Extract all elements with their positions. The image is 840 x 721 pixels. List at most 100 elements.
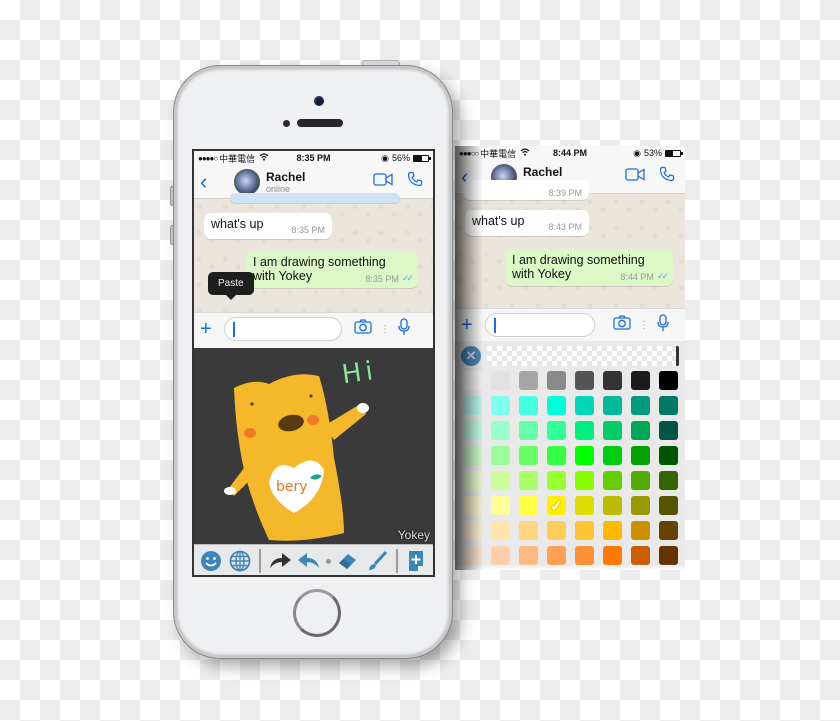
color-swatch[interactable] <box>463 546 482 565</box>
color-swatch[interactable] <box>547 396 566 415</box>
color-swatch[interactable] <box>575 521 594 540</box>
video-call-icon[interactable] <box>625 167 645 186</box>
message-time: 8:35 PM <box>291 225 325 235</box>
color-swatch[interactable] <box>603 471 622 490</box>
color-swatch[interactable] <box>631 371 650 390</box>
color-swatch[interactable] <box>603 521 622 540</box>
opacity-slider[interactable] <box>487 346 679 366</box>
back-chevron-icon[interactable]: ‹ <box>200 170 218 193</box>
color-swatch[interactable] <box>519 471 538 490</box>
color-swatch[interactable] <box>463 521 482 540</box>
close-palette-button[interactable]: ✕ <box>461 346 481 366</box>
color-swatch[interactable] <box>547 521 566 540</box>
color-swatch[interactable] <box>491 421 510 440</box>
undo-icon[interactable] <box>296 548 321 574</box>
color-swatch[interactable] <box>659 371 678 390</box>
color-swatch[interactable] <box>463 471 482 490</box>
message-input[interactable] <box>485 313 595 337</box>
color-swatch[interactable] <box>603 396 622 415</box>
color-swatch[interactable] <box>575 496 594 515</box>
new-page-icon[interactable] <box>404 548 429 574</box>
eraser-icon[interactable] <box>335 548 360 574</box>
color-swatch[interactable] <box>491 446 510 465</box>
color-swatch[interactable] <box>659 496 678 515</box>
color-swatch[interactable] <box>631 396 650 415</box>
color-swatch[interactable] <box>575 396 594 415</box>
color-swatch[interactable] <box>463 396 482 415</box>
color-swatch[interactable] <box>631 421 650 440</box>
color-swatch[interactable] <box>575 546 594 565</box>
color-swatch[interactable] <box>659 521 678 540</box>
microphone-icon[interactable] <box>657 313 669 337</box>
color-swatch[interactable] <box>575 446 594 465</box>
color-swatch[interactable] <box>631 521 650 540</box>
color-swatch[interactable] <box>491 496 510 515</box>
color-swatch[interactable] <box>631 446 650 465</box>
color-swatch[interactable] <box>491 396 510 415</box>
color-swatch[interactable] <box>463 371 482 390</box>
battery-icon <box>665 149 683 157</box>
color-swatch[interactable] <box>519 371 538 390</box>
message-bubble: what's up 8:35 PM <box>204 213 332 239</box>
contact-name[interactable]: Rachel <box>266 170 305 184</box>
color-swatch[interactable] <box>659 421 678 440</box>
color-swatch[interactable] <box>631 471 650 490</box>
color-swatch[interactable] <box>631 496 650 515</box>
color-swatch[interactable] <box>491 521 510 540</box>
camera-icon[interactable] <box>613 315 631 335</box>
color-swatch[interactable] <box>575 471 594 490</box>
color-swatch[interactable] <box>603 546 622 565</box>
bear-chest-text: bery <box>276 479 308 495</box>
color-swatch[interactable] <box>659 446 678 465</box>
color-swatch[interactable] <box>463 496 482 515</box>
color-swatch[interactable] <box>547 546 566 565</box>
color-swatch[interactable] <box>575 371 594 390</box>
contact-name[interactable]: Rachel <box>523 165 562 179</box>
color-swatch[interactable] <box>491 546 510 565</box>
microphone-icon[interactable] <box>398 317 410 341</box>
color-swatch[interactable] <box>519 421 538 440</box>
redo-icon[interactable] <box>267 548 292 574</box>
color-swatch[interactable] <box>491 471 510 490</box>
color-swatch[interactable] <box>547 446 566 465</box>
color-swatch[interactable] <box>631 546 650 565</box>
selected-check-icon: ✓ <box>550 497 563 515</box>
phone-call-icon[interactable] <box>407 171 423 192</box>
color-swatch[interactable] <box>491 371 510 390</box>
color-swatch[interactable] <box>519 496 538 515</box>
video-call-icon[interactable] <box>373 172 393 191</box>
brush-icon[interactable] <box>364 548 389 574</box>
paste-menu-item[interactable]: Paste <box>208 272 254 300</box>
color-swatch[interactable]: ✓ <box>547 496 566 515</box>
color-swatch[interactable] <box>463 446 482 465</box>
color-swatch[interactable] <box>603 421 622 440</box>
color-swatch[interactable] <box>519 396 538 415</box>
color-swatch[interactable] <box>575 421 594 440</box>
emoji-icon[interactable] <box>198 548 223 574</box>
color-swatch[interactable] <box>659 396 678 415</box>
color-swatch[interactable] <box>603 446 622 465</box>
drawing-canvas[interactable]: bery Hi Yokey <box>194 345 433 544</box>
phone-call-icon[interactable] <box>659 166 675 187</box>
color-swatch[interactable] <box>659 546 678 565</box>
message-input[interactable] <box>224 317 342 341</box>
color-swatch[interactable] <box>603 496 622 515</box>
color-swatch[interactable] <box>603 371 622 390</box>
color-swatch[interactable] <box>547 471 566 490</box>
attach-plus-icon[interactable]: + <box>200 319 216 339</box>
attach-plus-icon[interactable]: + <box>461 315 477 335</box>
color-swatch[interactable] <box>519 546 538 565</box>
color-swatch[interactable] <box>547 371 566 390</box>
contact-status: online <box>266 183 291 194</box>
camera-icon[interactable] <box>354 319 372 339</box>
color-swatch[interactable] <box>519 446 538 465</box>
color-swatch[interactable] <box>519 521 538 540</box>
color-swatch[interactable] <box>463 421 482 440</box>
message-bubble: I am drawing something with Yokey 8:35 P… <box>246 251 418 288</box>
color-swatch[interactable] <box>659 471 678 490</box>
home-button[interactable] <box>293 589 341 637</box>
globe-icon[interactable] <box>227 548 252 574</box>
color-swatch[interactable] <box>547 421 566 440</box>
avatar[interactable] <box>234 168 260 195</box>
toolbar-divider <box>395 549 398 573</box>
